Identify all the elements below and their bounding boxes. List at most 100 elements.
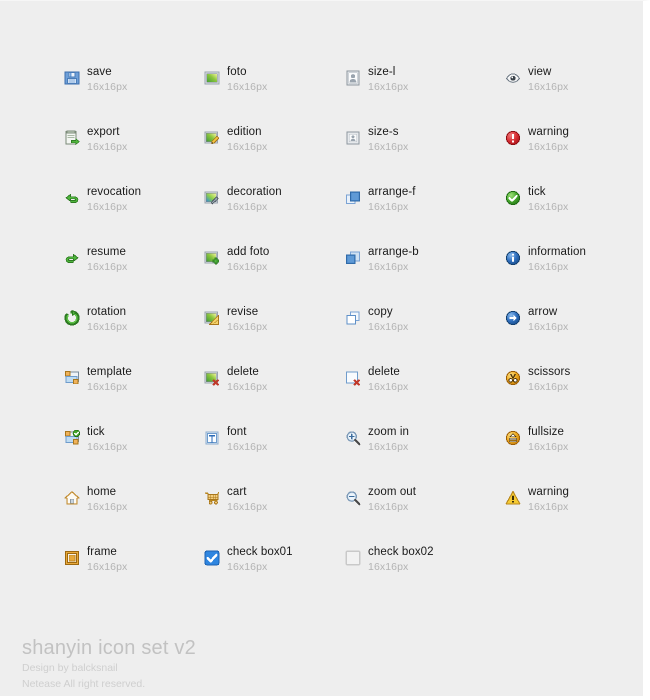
icon-item[interactable]: arrange-b 16x16px [345,246,419,272]
picture-plus-icon[interactable] [204,250,220,266]
icon-item[interactable]: arrow 16x16px [505,306,568,332]
floppy-disk-icon[interactable] [64,70,80,86]
icon-labels: export 16x16px [87,126,127,152]
picture-delete-icon[interactable] [204,370,220,386]
icon-item[interactable]: export 16x16px [64,126,127,152]
icon-item[interactable]: foto 16x16px [204,66,268,93]
portrait-small-icon[interactable] [345,130,361,146]
undo-arrow-icon[interactable] [64,190,80,206]
icon-item[interactable]: resume 16x16px [64,246,128,273]
icon-item[interactable]: fullsize 16x16px [505,426,568,452]
icon-name-label: copy [368,306,393,318]
icon-name-label: frame [87,546,117,558]
icon-name-label: resume [87,246,126,258]
scissors-circle-icon[interactable] [505,370,521,386]
icon-item[interactable]: add foto 16x16px [204,246,269,272]
bring-front-icon[interactable] [345,190,361,206]
icon-item[interactable]: save 16x16px [64,66,127,92]
portrait-large-icon[interactable] [345,70,361,86]
icon-item[interactable]: size-l 16x16px [345,66,409,93]
icon-item[interactable]: rotation 16x16px [64,306,127,332]
picture-ruler-icon[interactable] [204,310,220,326]
icon-size-label: 16x16px [87,560,128,573]
checkbox-checked-icon[interactable] [204,550,220,566]
picture-icon[interactable] [204,70,220,86]
icon-name-label: fullsize [528,426,564,438]
warning-triangle-icon[interactable] [505,490,521,506]
copy-icon[interactable] [345,310,361,326]
icon-labels: template 16x16px [87,366,132,392]
icon-item[interactable]: font 16x16px [204,426,268,453]
font-t-icon[interactable] [204,430,220,446]
info-circle-icon[interactable] [505,250,521,266]
icon-item[interactable]: zoom in 16x16px [345,426,409,452]
icon-name-label: revise [227,306,259,318]
icon-item[interactable]: frame 16x16px [64,546,128,573]
icon-set-page: save 16x16px foto 16x16px size-l 16x16px vi… [0,0,650,700]
fullsize-circle-icon[interactable] [505,430,521,446]
icon-name-label: edition [227,126,262,138]
icon-item[interactable]: scissors 16x16px [505,366,570,392]
icon-item[interactable]: home 16x16px [64,486,127,512]
export-page-arrow-icon[interactable] [64,130,80,146]
icon-item[interactable]: arrange-f 16x16px [345,186,416,212]
checkbox-empty-icon[interactable] [345,550,361,566]
magnifier-plus-icon[interactable] [345,430,361,446]
icon-item[interactable]: delete 16x16px [204,366,267,392]
frame-icon[interactable] [64,550,80,566]
icon-item[interactable]: cart 16x16px [204,486,267,512]
icon-item[interactable]: tick 16x16px [64,426,127,452]
picture-wand-icon[interactable] [204,190,220,206]
icon-item[interactable]: information 16x16px [505,246,586,272]
shopping-cart-icon[interactable] [204,490,220,506]
rotate-circle-icon[interactable] [64,310,80,326]
icon-labels: arrange-b 16x16px [368,246,419,272]
eye-icon[interactable] [505,70,521,86]
icon-labels: check box01 16x16px [227,546,293,572]
picture-pencil-icon[interactable] [204,130,220,146]
icon-size-label: 16x16px [528,140,569,153]
icon-item[interactable]: copy 16x16px [345,306,409,333]
icon-item[interactable]: tick 16x16px [505,186,568,212]
icon-item[interactable]: revocation 16x16px [64,186,141,212]
icon-size-label: 16x16px [87,260,128,273]
icon-labels: size-s 16x16px [368,126,408,152]
check-circle-icon[interactable] [505,190,521,206]
icon-item[interactable]: view 16x16px [505,66,568,92]
icon-name-label: template [87,366,132,378]
home-icon[interactable] [64,490,80,506]
icon-labels: zoom out 16x16px [368,486,417,512]
icon-item[interactable]: warning 16x16px [505,126,569,153]
redo-arrow-icon[interactable] [64,250,80,266]
icon-labels: save 16x16px [87,66,127,92]
icon-item[interactable]: decoration 16x16px [204,186,282,212]
icon-labels: zoom in 16x16px [368,426,409,452]
icon-name-label: information [528,246,586,258]
icon-item[interactable]: template 16x16px [64,366,132,392]
icon-size-label: 16x16px [227,80,268,93]
template-layers-icon[interactable] [64,370,80,386]
icon-item[interactable]: check box01 16x16px [204,546,293,572]
page-delete-icon[interactable] [345,370,361,386]
error-circle-icon[interactable] [505,130,521,146]
magnifier-minus-icon[interactable] [345,490,361,506]
icon-item[interactable]: delete 16x16px [345,366,408,392]
icon-labels: arrange-f 16x16px [368,186,416,212]
icon-item[interactable]: zoom out 16x16px [345,486,417,512]
icon-size-label: 16x16px [227,440,268,453]
icon-size-label: 16x16px [368,80,409,93]
icon-name-label: save [87,66,112,78]
icon-labels: check box02 16x16px [368,546,434,572]
template-check-icon[interactable] [64,430,80,446]
icon-size-label: 16x16px [368,320,409,333]
icon-item[interactable]: revise 16x16px [204,306,267,332]
icon-item[interactable]: size-s 16x16px [345,126,408,152]
arrow-circle-icon[interactable] [505,310,521,326]
send-back-icon[interactable] [345,250,361,266]
icon-name-label: zoom out [368,486,417,498]
icon-item[interactable]: edition 16x16px [204,126,267,152]
icon-name-label: export [87,126,120,138]
icon-item[interactable]: warning 16x16px [505,486,569,512]
icon-labels: delete 16x16px [227,366,267,392]
icon-item[interactable]: check box02 16x16px [345,546,434,572]
